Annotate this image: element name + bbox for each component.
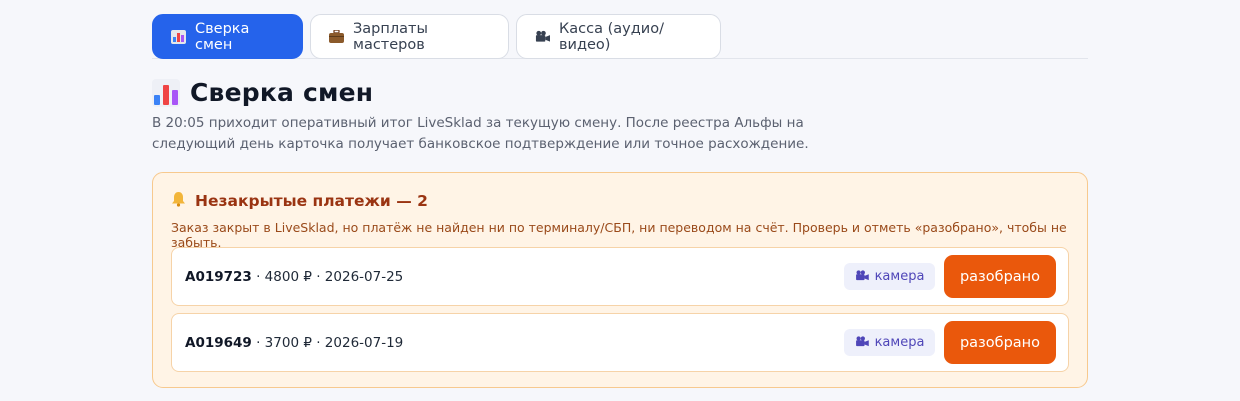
page-container: Сверка смен Зарплаты мастеров Касса (ауд…: [152, 0, 1088, 388]
tab-label: Сверка смен: [195, 20, 250, 53]
camera-button[interactable]: камера: [844, 329, 935, 356]
tab-label: Касса (аудио/видео): [559, 20, 664, 53]
unclosed-payments-alert: Незакрытые платежи — 2 Заказ закрыт в Li…: [152, 172, 1088, 388]
alert-title: Незакрытые платежи — 2: [195, 192, 428, 210]
tab-shift-reconciliation[interactable]: Сверка смен: [152, 14, 303, 59]
payment-info: A019723 · 4800 ₽ · 2026-07-25: [185, 269, 844, 285]
briefcase-icon: [329, 30, 344, 43]
bar-chart-icon: [152, 78, 180, 107]
order-number: A019649: [185, 334, 252, 351]
page-title: Сверка смен: [190, 78, 374, 107]
camera-button[interactable]: камера: [844, 263, 935, 290]
video-camera-icon: [855, 269, 869, 284]
bar-chart-icon: [171, 29, 186, 44]
list-item: A019723 · 4800 ₽ · 2026-07-25 камера раз…: [171, 247, 1069, 306]
alert-description: Заказ закрыт в LiveSklad, но платёж не н…: [171, 220, 1067, 250]
camera-button-label: камера: [874, 335, 925, 350]
page-header: Сверка смен: [152, 78, 1088, 107]
camera-button-label: камера: [874, 269, 925, 284]
tab-master-salaries[interactable]: Зарплаты мастеров: [310, 14, 509, 59]
list-item: A019649 · 3700 ₽ · 2026-07-19 камера раз…: [171, 313, 1069, 372]
video-camera-icon: [855, 335, 869, 350]
tab-bar: Сверка смен Зарплаты мастеров Касса (ауд…: [152, 0, 1088, 59]
tab-label: Зарплаты мастеров: [353, 20, 428, 53]
tab-cash-audio-video[interactable]: Касса (аудио/видео): [516, 14, 721, 59]
payment-info: A019649 · 3700 ₽ · 2026-07-19: [185, 335, 844, 351]
bell-icon: [171, 191, 186, 211]
payment-details: · 3700 ₽ · 2026-07-19: [251, 334, 404, 351]
order-number: A019723: [185, 268, 252, 285]
mark-resolved-button[interactable]: разобрано: [944, 321, 1056, 364]
video-camera-icon: [535, 30, 550, 43]
payment-details: · 4800 ₽ · 2026-07-25: [251, 268, 404, 285]
alert-header: Незакрытые платежи — 2: [171, 191, 1069, 211]
mark-resolved-button[interactable]: разобрано: [944, 255, 1056, 298]
page-description: В 20:05 приходит оперативный итог LiveSk…: [152, 115, 809, 152]
